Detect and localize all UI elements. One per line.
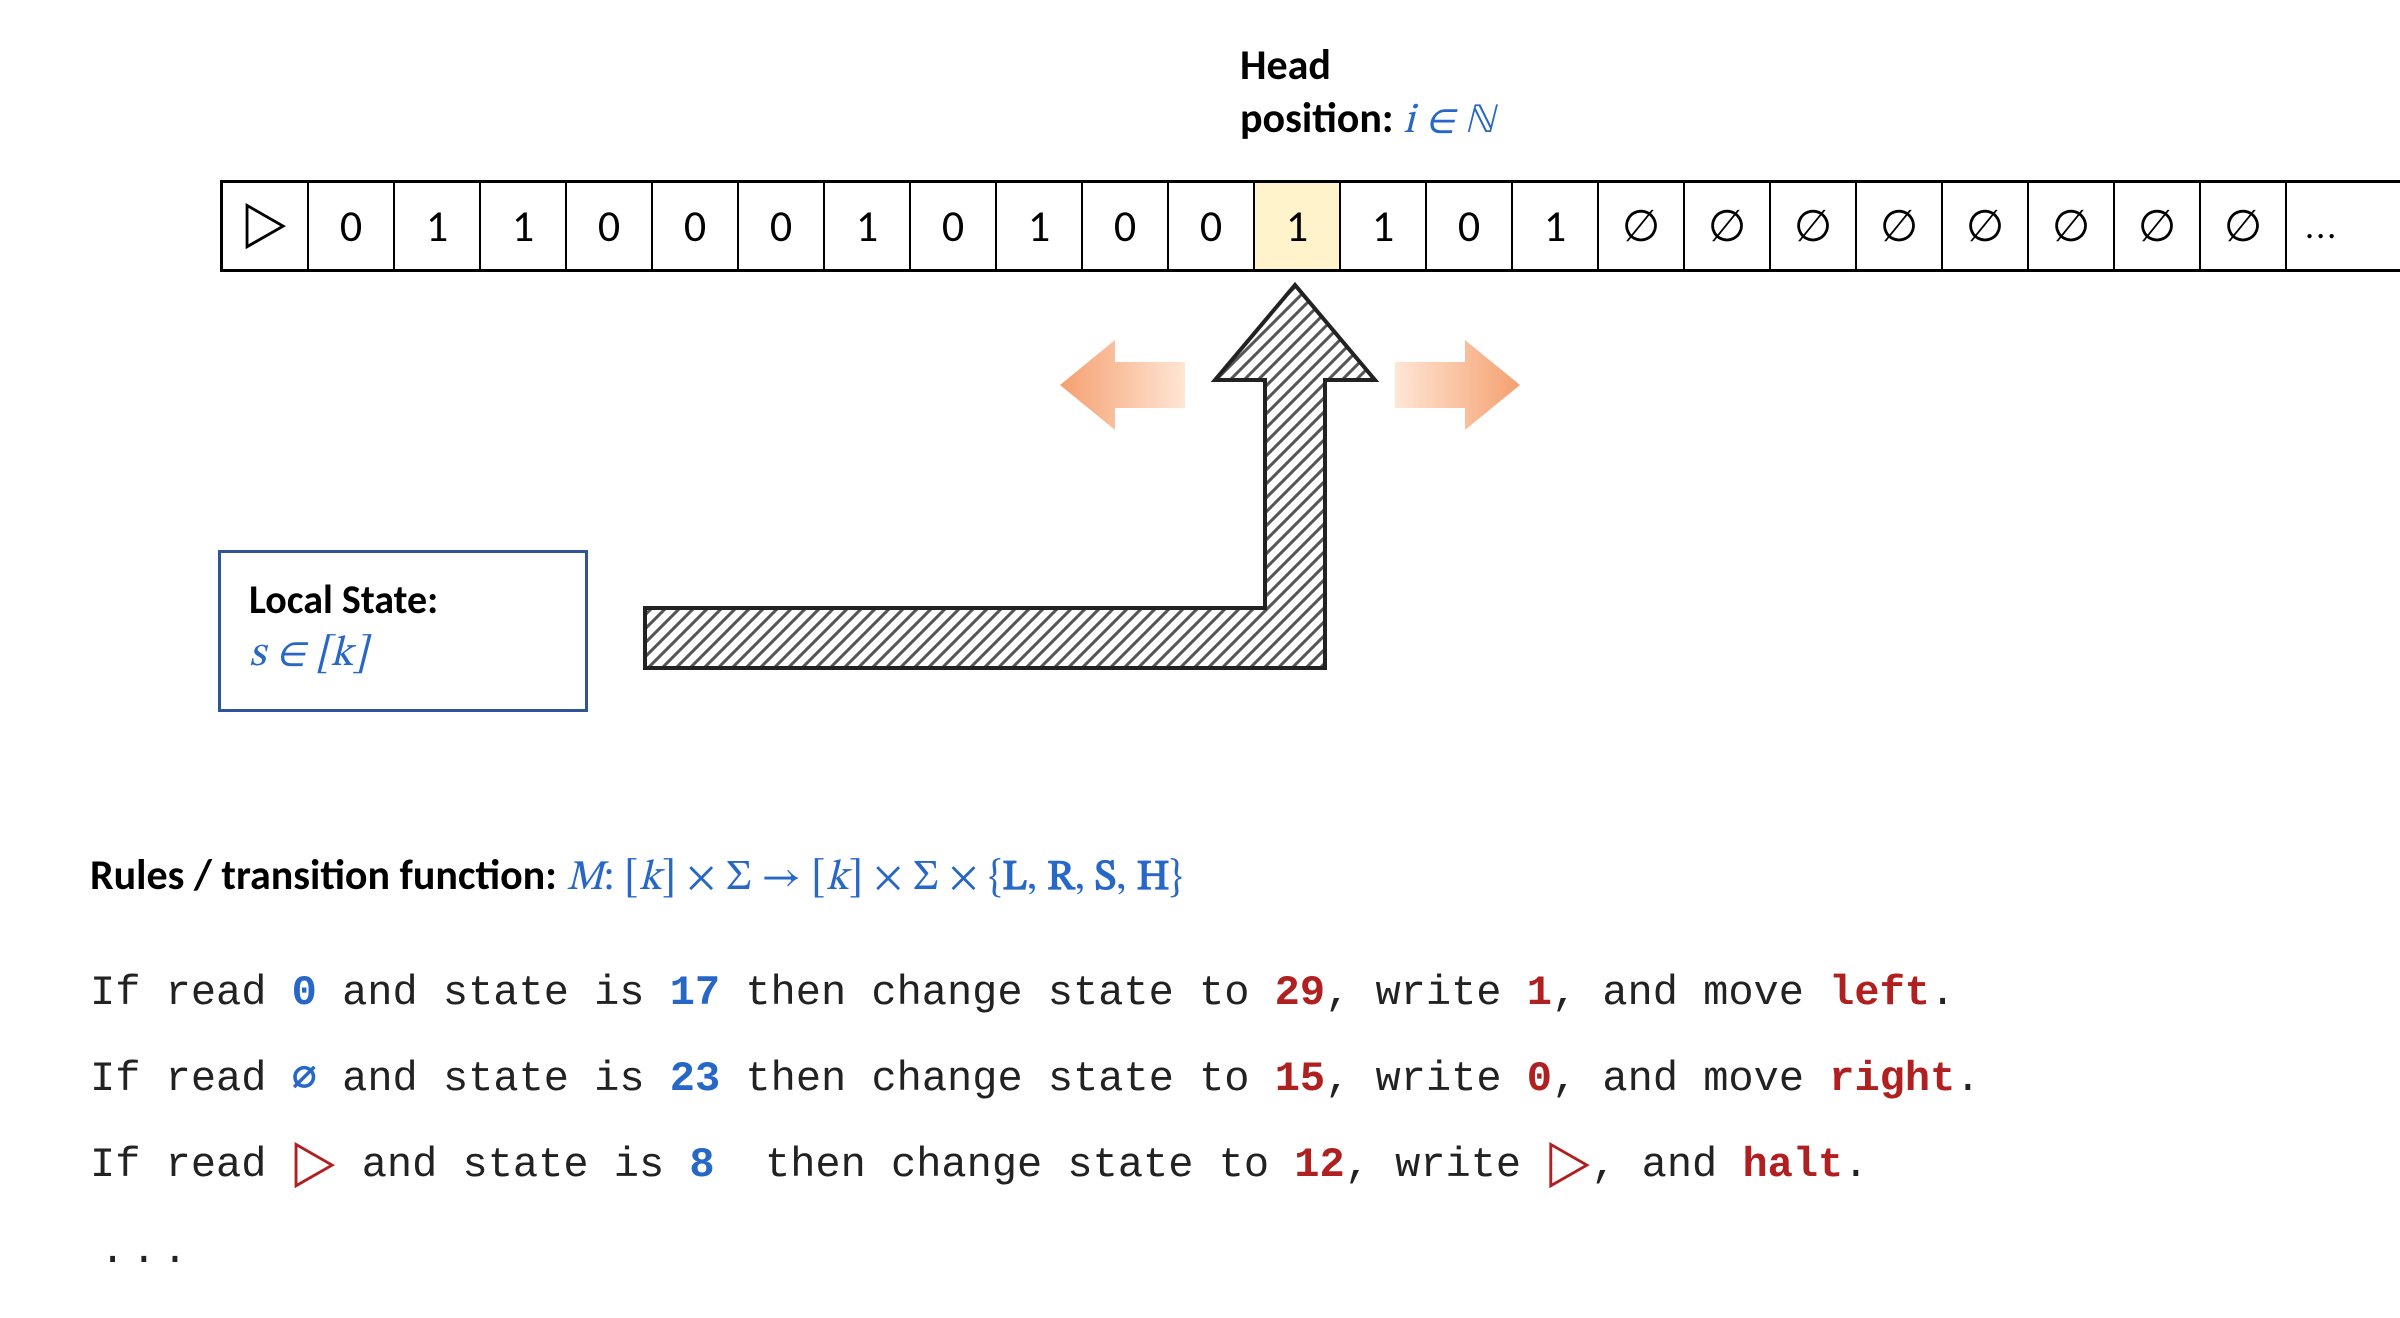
rule-row: If read 0 and state is 17 then change st…: [90, 950, 2340, 1036]
local-state-box: Local State: s ∈ [k]: [218, 550, 588, 712]
local-state-math: s ∈ [k]: [249, 628, 557, 681]
rule-row: If read ∅ and state is 23 then change st…: [90, 1036, 2340, 1122]
local-state-title: Local State:: [249, 575, 557, 624]
diagram-root: Head position: i ∈ ℕ ▷011000101001101∅∅∅…: [0, 0, 2400, 1318]
head-arm-shape: [645, 285, 1375, 668]
move-left-arrow-icon: [1060, 340, 1185, 430]
rules-heading-label: Rules / transition function:: [90, 850, 566, 901]
rule-row: If read ▷ and state is 8 then change sta…: [90, 1122, 2340, 1208]
rules-ellipsis: ...: [90, 1208, 2340, 1294]
rules-heading-math: M: [k] × Σ → [k] × Σ × {L, R, S, H}: [566, 857, 1182, 899]
move-right-arrow-icon: [1395, 340, 1520, 430]
rules-heading: Rules / transition function: M: [k] × Σ …: [90, 850, 1183, 905]
rules-list: If read 0 and state is 17 then change st…: [90, 950, 2340, 1294]
